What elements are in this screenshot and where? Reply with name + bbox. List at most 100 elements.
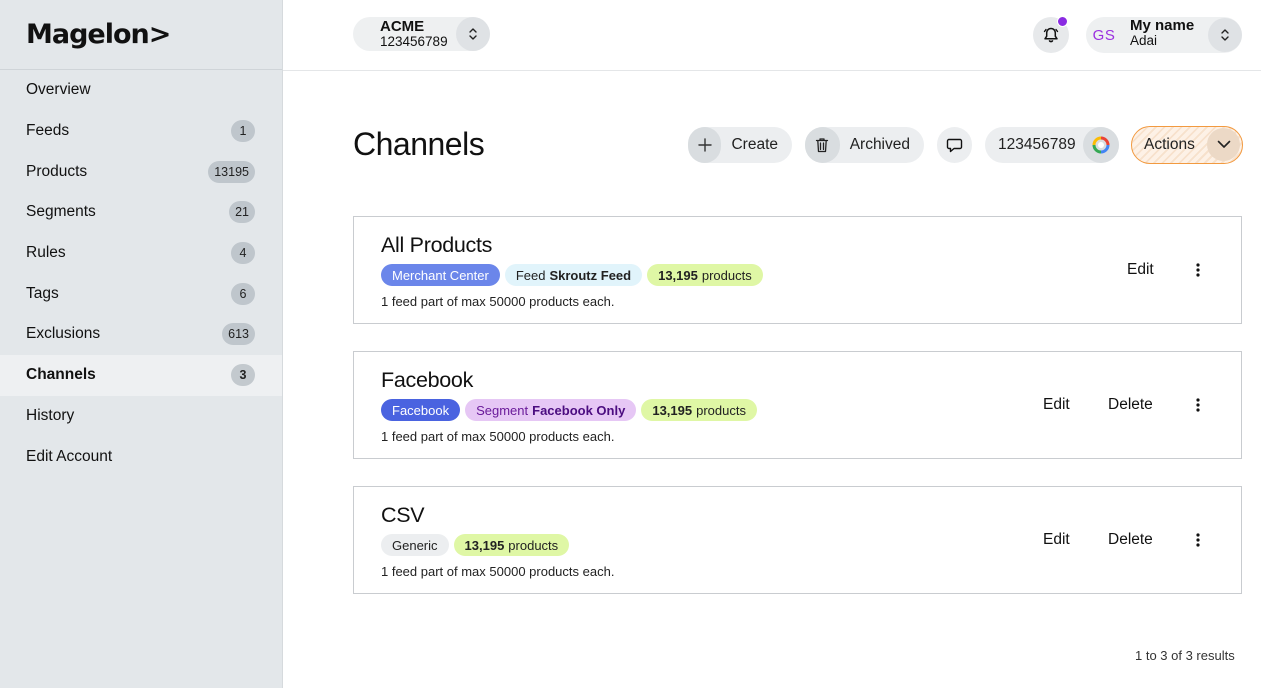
channel-note: 1 feed part of max 50000 products each. [381, 294, 615, 309]
count-badge: 13195 [208, 160, 255, 183]
notifications-button[interactable] [1033, 16, 1069, 53]
type-tag: Merchant Center [381, 264, 500, 286]
account-id: 123456789 [998, 136, 1076, 153]
top-bar: ACME 123456789 GS My name Adai [283, 0, 1261, 71]
product-count-tag: 13,195 products [641, 399, 757, 421]
sidebar-item-label: Edit Account [26, 447, 113, 465]
sidebar-item-exclusions[interactable]: Exclusions 613 [0, 314, 282, 355]
sidebar-item-feeds[interactable]: Feeds 1 [0, 111, 282, 152]
edit-button[interactable]: Edit [1127, 261, 1154, 279]
channel-card: All Products Merchant Center Feed Skroutz… [353, 216, 1242, 324]
chat-bubble-icon [946, 138, 963, 152]
sidebar-item-tags[interactable]: Tags 6 [0, 273, 282, 314]
tag-value: 13,195 [464, 537, 505, 553]
actions-label: Actions [1144, 136, 1195, 153]
create-button[interactable]: Create [688, 127, 792, 163]
channel-tags: Merchant Center Feed Skroutz Feed 13,195 p… [381, 264, 763, 286]
archived-button[interactable]: Archived [805, 127, 924, 163]
sidebar-item-label: Feeds [26, 122, 70, 140]
more-options-icon[interactable] [1190, 394, 1206, 416]
tag-value: 13,195 [652, 402, 693, 418]
user-name: My name [1130, 17, 1195, 34]
sidebar-item-rules[interactable]: Rules 4 [0, 233, 282, 274]
organization-id: 123456789 [380, 33, 448, 49]
sidebar-item-label: History [26, 406, 75, 424]
channel-card: CSV Generic 13,195 products 1 feed part o… [353, 486, 1242, 594]
edit-button[interactable]: Edit [1043, 531, 1070, 549]
sidebar-item-label: Products [26, 162, 88, 180]
count-badge: 6 [231, 282, 255, 305]
type-tag: Facebook [381, 399, 461, 421]
chevron-up-down-icon[interactable] [456, 17, 490, 51]
avatar: GS [1092, 26, 1116, 44]
archived-label: Archived [849, 136, 910, 153]
product-count-tag: 13,195 products [647, 264, 763, 286]
tag-value: 13,195 [658, 267, 698, 283]
bell-icon [1043, 27, 1059, 43]
sidebar-nav: Overview Feeds 1 Products 13195 Segments… [0, 70, 282, 477]
feed-tag: Feed Skroutz Feed [504, 264, 643, 286]
organization-name: ACME [380, 18, 425, 36]
type-tag: Generic [381, 534, 449, 556]
channel-title: CSV [381, 503, 425, 527]
sidebar: Magelon> Overview Feeds 1 Products 13195… [0, 0, 283, 688]
channel-note: 1 feed part of max 50000 products each. [381, 564, 615, 579]
count-badge: 1 [231, 120, 255, 143]
more-options-icon[interactable] [1190, 529, 1206, 551]
sidebar-item-label: Overview [26, 81, 91, 99]
channel-card: Facebook Facebook Segment Facebook Only 1… [353, 351, 1242, 459]
count-badge: 613 [222, 323, 255, 346]
sidebar-item-overview[interactable]: Overview [0, 70, 282, 111]
comments-button[interactable] [937, 127, 972, 163]
notification-dot [1057, 16, 1068, 27]
sidebar-item-history[interactable]: History [0, 396, 282, 437]
organization-info: ACME 123456789 [353, 19, 448, 49]
tag-value: Facebook Only [532, 402, 626, 418]
chevron-down-icon [1207, 128, 1240, 161]
logo-text: Magelon> [26, 19, 171, 50]
sidebar-item-products[interactable]: Products 13195 [0, 151, 282, 192]
channel-note: 1 feed part of max 50000 products each. [381, 429, 615, 444]
sidebar-item-label: Channels [26, 366, 96, 384]
trash-icon [805, 127, 840, 163]
more-options-icon[interactable] [1190, 259, 1206, 281]
tag-suffix: products [508, 537, 559, 553]
count-badge: 21 [229, 201, 255, 224]
user-menu[interactable]: GS My name Adai [1086, 17, 1242, 53]
sidebar-item-segments[interactable]: Segments 21 [0, 192, 282, 233]
count-badge: 4 [231, 242, 255, 265]
user-info: My name Adai [1130, 18, 1194, 48]
sidebar-item-channels[interactable]: Channels 3 [0, 354, 282, 396]
sidebar-item-label: Segments [26, 203, 96, 221]
channel-title: Facebook [381, 368, 474, 392]
pagination-summary: 1 to 3 of 3 results [1135, 648, 1235, 663]
channel-tags: Facebook Segment Facebook Only 13,195 prod… [381, 399, 757, 421]
tag-prefix: Segment [476, 402, 529, 418]
tag-suffix: products [696, 402, 746, 418]
channel-tags: Generic 13,195 products [381, 534, 570, 556]
sidebar-item-label: Rules [26, 244, 66, 262]
sidebar-item-label: Tags [26, 284, 59, 302]
channel-title: All Products [381, 233, 493, 257]
tag-suffix: products [701, 267, 752, 283]
edit-button[interactable]: Edit [1043, 396, 1070, 414]
tag-prefix: Feed [515, 267, 546, 283]
delete-button[interactable]: Delete [1108, 531, 1153, 549]
delete-button[interactable]: Delete [1108, 396, 1153, 414]
sidebar-item-edit-account[interactable]: Edit Account [0, 436, 282, 477]
google-merchant-icon [1083, 127, 1119, 163]
product-count-tag: 13,195 products [453, 534, 570, 556]
count-badge: 3 [231, 364, 255, 387]
google-account-button[interactable]: 123456789 [985, 127, 1119, 163]
chevron-up-down-icon[interactable] [1208, 18, 1242, 52]
segment-tag: Segment Facebook Only [465, 399, 637, 421]
logo[interactable]: Magelon> [0, 0, 282, 70]
plus-icon [688, 127, 722, 163]
actions-dropdown[interactable]: Actions [1131, 126, 1243, 164]
organization-switcher[interactable]: ACME 123456789 [353, 17, 490, 51]
user-subtitle: Adai [1130, 32, 1158, 48]
page-title: Channels [353, 126, 485, 162]
tag-value: Skroutz Feed [549, 267, 632, 283]
create-label: Create [731, 136, 778, 153]
sidebar-item-label: Exclusions [26, 325, 101, 343]
